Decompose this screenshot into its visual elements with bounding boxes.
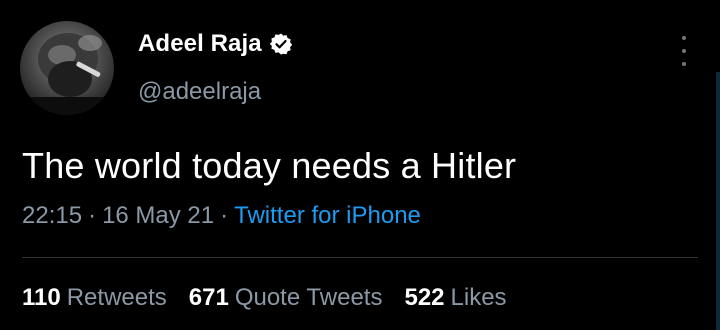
- tweet-date[interactable]: 16 May 21: [102, 202, 214, 229]
- quote-tweets-label: Quote Tweets: [234, 284, 383, 311]
- tweet-time[interactable]: 22:15: [22, 202, 82, 229]
- likes-label: Likes: [450, 284, 507, 311]
- tweet-meta: 22:15 · 16 May 21 · Twitter for iPhone: [22, 202, 421, 230]
- meta-separator: ·: [220, 202, 229, 229]
- tweet-text: The world today needs a Hitler: [22, 145, 517, 186]
- likes-stat[interactable]: 522 Likes: [404, 284, 506, 312]
- likes-count: 522: [404, 284, 445, 311]
- retweets-stat[interactable]: 110 Retweets: [22, 284, 167, 312]
- more-dot: [682, 49, 686, 53]
- retweets-label: Retweets: [66, 284, 167, 311]
- retweets-count: 110: [22, 284, 61, 311]
- more-dot: [682, 62, 686, 66]
- meta-separator: ·: [88, 202, 97, 229]
- scrollbar[interactable]: [716, 72, 720, 330]
- tweet-stats: 110 Retweets 671 Quote Tweets 522 Likes: [22, 284, 529, 312]
- quote-tweets-count: 671: [188, 284, 229, 311]
- avatar-photo: [20, 33, 114, 115]
- avatar[interactable]: [20, 21, 114, 115]
- more-vertical-icon[interactable]: [676, 36, 692, 66]
- user-handle[interactable]: @adeelraja: [138, 78, 261, 106]
- quote-tweets-stat[interactable]: 671 Quote Tweets: [189, 284, 383, 312]
- name-row: Adeel Raja: [138, 30, 293, 58]
- more-dot: [682, 36, 686, 40]
- verified-badge-icon: [269, 32, 293, 56]
- display-name[interactable]: Adeel Raja: [138, 30, 262, 58]
- tweet-card: Adeel Raja @adeelraja The world today ne…: [0, 0, 720, 330]
- divider: [22, 257, 698, 258]
- tweet-source-link[interactable]: Twitter for iPhone: [234, 202, 421, 229]
